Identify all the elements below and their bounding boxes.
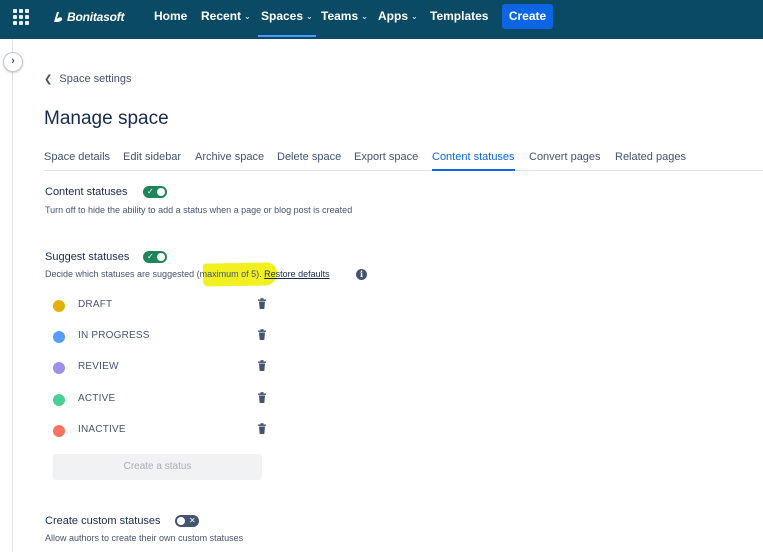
info-icon[interactable]: i [356,269,367,280]
nav-recent[interactable]: Recent ⌄ [201,0,251,34]
status-name[interactable]: REVIEW [78,361,119,372]
status-row-active[interactable]: ACTIVE [53,391,273,409]
tab-archive-space[interactable]: Archive space [195,151,264,171]
trash-icon[interactable] [257,423,267,435]
status-name[interactable]: ACTIVE [78,393,115,404]
chevron-down-icon: ⌄ [361,12,368,21]
trash-icon[interactable] [257,360,267,372]
create-status-button[interactable]: Create a status [53,454,262,480]
settings-tabs: Space details Edit sidebar Archive space… [44,150,763,171]
nav-spaces[interactable]: Spaces ⌄ [258,0,316,37]
content-statuses-toggle[interactable]: ✓ [143,186,167,198]
status-color-dot[interactable] [53,425,65,437]
trash-icon[interactable] [257,329,267,341]
status-color-dot[interactable] [53,362,65,374]
status-name[interactable]: INACTIVE [78,424,126,435]
app-switcher-icon[interactable] [13,9,29,25]
trash-icon[interactable] [257,392,267,404]
brand-logo[interactable]: Bonitasoft [52,9,125,25]
suggest-statuses-text: Decide which statuses are suggested (max… [45,269,262,279]
chevron-right-icon: › [11,55,15,67]
custom-statuses-toggle[interactable]: ✕ [175,515,199,527]
status-color-dot[interactable] [53,394,65,406]
breadcrumb-space-settings[interactable]: Space settings [59,73,131,85]
chevron-left-icon: ❮ [44,73,53,85]
check-icon: ✓ [147,187,154,196]
status-name[interactable]: IN PROGRESS [78,330,150,341]
nav-teams[interactable]: Teams ⌄ [321,0,368,34]
tab-export-space[interactable]: Export space [354,151,418,171]
tab-content-statuses[interactable]: Content statuses [432,151,515,171]
top-navigation-bar: Bonitasoft Home Recent ⌄ Spaces ⌄ Teams ⌄ A… [0,0,763,39]
sidebar-rail [0,39,13,552]
tab-related-pages[interactable]: Related pages [615,151,686,171]
nav-apps[interactable]: Apps ⌄ [378,0,418,34]
custom-statuses-label: Create custom statuses [45,515,161,527]
status-row-draft[interactable]: DRAFT [53,297,273,315]
content-statuses-description: Turn off to hide the ability to add a st… [45,205,353,215]
brand-name: Bonitasoft [67,10,125,24]
chevron-down-icon: ⌄ [244,12,251,21]
tab-delete-space[interactable]: Delete space [277,151,341,171]
suggest-statuses-description: Decide which statuses are suggested (max… [45,269,330,279]
check-icon: ✓ [147,252,154,261]
trash-icon[interactable] [257,298,267,310]
status-color-dot[interactable] [53,300,65,312]
page-title: Manage space [44,108,169,129]
close-icon: ✕ [189,516,196,525]
restore-defaults-link[interactable]: Restore defaults [264,269,330,279]
create-button[interactable]: Create [502,4,553,29]
status-row-in-progress[interactable]: IN PROGRESS [53,328,273,346]
custom-statuses-description: Allow authors to create their own custom… [45,533,244,543]
breadcrumb[interactable]: ❮ Space settings [44,73,132,85]
expand-sidebar-button[interactable]: › [3,52,23,72]
status-row-review[interactable]: REVIEW [53,359,273,377]
tab-space-details[interactable]: Space details [44,151,110,171]
nav-home[interactable]: Home [154,0,187,34]
suggest-statuses-label: Suggest statuses [45,251,130,263]
status-name[interactable]: DRAFT [78,299,112,310]
status-row-inactive[interactable]: INACTIVE [53,422,273,440]
chevron-down-icon: ⌄ [306,12,313,21]
suggest-statuses-toggle[interactable]: ✓ [143,251,167,263]
nav-templates[interactable]: Templates [430,0,488,34]
chevron-down-icon: ⌄ [411,12,418,21]
tab-edit-sidebar[interactable]: Edit sidebar [123,151,181,171]
tab-convert-pages[interactable]: Convert pages [529,151,601,171]
content-statuses-label: Content statuses [45,186,128,198]
status-color-dot[interactable] [53,331,65,343]
bonitasoft-logo-icon [52,11,64,23]
